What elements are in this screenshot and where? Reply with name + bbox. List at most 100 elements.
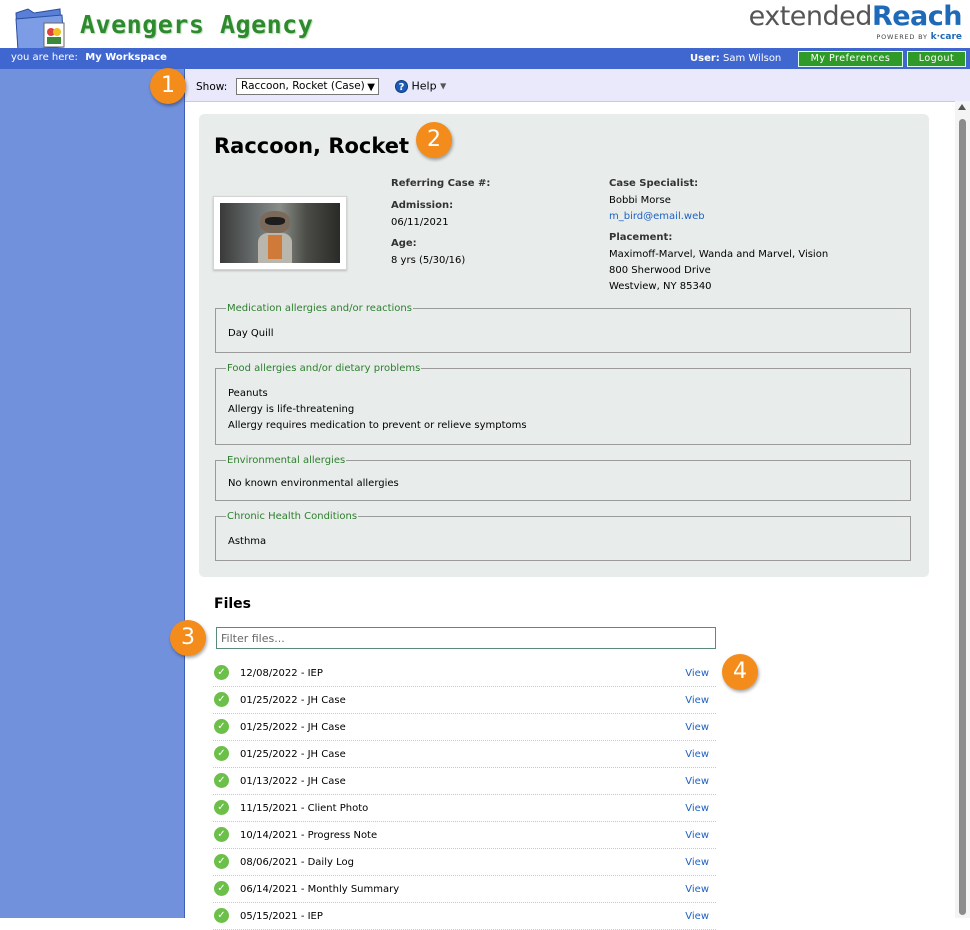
check-circle-icon: ✓ bbox=[214, 692, 229, 707]
placement-line-1: Maximoff-Marvel, Wanda and Marvel, Visio… bbox=[609, 249, 829, 260]
medication-allergies-legend: Medication allergies and/or reactions bbox=[227, 303, 412, 314]
chevron-down-icon: ▼ bbox=[367, 82, 375, 93]
view-file-link[interactable]: View bbox=[685, 857, 709, 868]
file-name: 06/14/2021 - Monthly Summary bbox=[240, 884, 400, 895]
file-name: 12/08/2022 - IEP bbox=[240, 668, 323, 679]
file-row: ✓ 11/15/2021 - Client Photo View bbox=[213, 795, 716, 822]
agency-name: Avengers Agency bbox=[80, 10, 314, 39]
view-file-link[interactable]: View bbox=[685, 911, 709, 922]
logout-button[interactable]: Logout bbox=[907, 51, 966, 67]
breadcrumb: you are here: My Workspace bbox=[11, 52, 167, 63]
show-selected-value: Raccoon, Rocket (Case) bbox=[241, 80, 365, 92]
allergy-line: Allergy is life-threatening bbox=[228, 404, 355, 415]
check-circle-icon: ✓ bbox=[214, 665, 229, 680]
medication-allergies-group: Medication allergies and/or reactions Da… bbox=[215, 303, 911, 353]
user-info: User: Sam Wilson bbox=[690, 53, 781, 64]
age-label: Age: bbox=[391, 238, 417, 249]
extended-reach-logo: extendedReach POWERED BY k·care bbox=[748, 1, 963, 43]
brand-part-extended: extended bbox=[748, 1, 873, 32]
view-file-link[interactable]: View bbox=[685, 668, 709, 679]
check-circle-icon: ✓ bbox=[214, 881, 229, 896]
allergy-line: Peanuts bbox=[228, 388, 268, 399]
case-specialist-name: Bobbi Morse bbox=[609, 195, 671, 206]
food-allergies-group: Food allergies and/or dietary problems P… bbox=[215, 363, 911, 445]
case-specialist-email-link[interactable]: m_bird@email.web bbox=[609, 211, 705, 222]
callout-1: 1 bbox=[150, 68, 186, 104]
file-row: ✓ 08/06/2021 - Daily Log View bbox=[213, 849, 716, 876]
file-name: 11/15/2021 - Client Photo bbox=[240, 803, 369, 814]
check-circle-icon: ✓ bbox=[214, 827, 229, 842]
app-header: Avengers Agency extendedReach POWERED BY… bbox=[0, 0, 970, 51]
view-file-link[interactable]: View bbox=[685, 722, 709, 733]
scroll-thumb[interactable] bbox=[959, 119, 966, 915]
placement-line-2: 800 Sherwood Drive bbox=[609, 265, 711, 276]
client-photo-image bbox=[220, 203, 340, 263]
folder-photo-icon bbox=[15, 8, 65, 51]
toolbar: Show: Raccoon, Rocket (Case) ▼ ? Help ▼ bbox=[185, 69, 970, 102]
admission-value: 06/11/2021 bbox=[391, 217, 449, 228]
breadcrumb-my-workspace[interactable]: My Workspace bbox=[85, 52, 167, 63]
nav-bar: you are here: My Workspace User: Sam Wil… bbox=[0, 48, 970, 69]
check-circle-icon: ✓ bbox=[214, 719, 229, 734]
help-label: Help bbox=[411, 79, 437, 93]
file-row: ✓ 10/14/2021 - Progress Note View bbox=[213, 822, 716, 849]
view-file-link[interactable]: View bbox=[685, 776, 709, 787]
callout-2: 2 bbox=[416, 122, 452, 158]
check-circle-icon: ✓ bbox=[214, 746, 229, 761]
age-value: 8 yrs (5/30/16) bbox=[391, 255, 466, 266]
allergy-line: No known environmental allergies bbox=[228, 478, 399, 489]
environmental-allergies-group: Environmental allergies No known environ… bbox=[215, 455, 911, 501]
view-file-link[interactable]: View bbox=[685, 830, 709, 841]
allergy-line: Day Quill bbox=[228, 328, 274, 339]
case-summary-card: Raccoon, Rocket Referring Case #: Admiss… bbox=[199, 114, 929, 577]
file-row: ✓ 06/14/2021 - Monthly Summary View bbox=[213, 876, 716, 903]
user-name: Sam Wilson bbox=[722, 53, 782, 64]
food-allergies-legend: Food allergies and/or dietary problems bbox=[227, 363, 421, 374]
view-file-link[interactable]: View bbox=[685, 803, 709, 814]
file-name: 01/25/2022 - JH Case bbox=[240, 695, 346, 706]
file-name: 01/13/2022 - JH Case bbox=[240, 776, 346, 787]
admission-label: Admission: bbox=[391, 200, 454, 211]
client-photo[interactable] bbox=[213, 196, 347, 270]
breadcrumb-label: you are here: bbox=[11, 52, 78, 63]
file-name: 01/25/2022 - JH Case bbox=[240, 749, 346, 760]
placement-line-3: Westview, NY 85340 bbox=[609, 281, 712, 292]
file-list: ✓ 12/08/2022 - IEP View ✓ 01/25/2022 - J… bbox=[213, 660, 716, 930]
show-case-select[interactable]: Raccoon, Rocket (Case) ▼ bbox=[236, 78, 379, 95]
vertical-scrollbar[interactable] bbox=[955, 101, 970, 918]
scroll-up-arrow-icon[interactable] bbox=[958, 104, 966, 110]
user-label: User: bbox=[690, 53, 720, 64]
view-file-link[interactable]: View bbox=[685, 695, 709, 706]
file-row: ✓ 05/15/2021 - IEP View bbox=[213, 903, 716, 930]
chronic-conditions-legend: Chronic Health Conditions bbox=[227, 511, 358, 522]
file-name: 08/06/2021 - Daily Log bbox=[240, 857, 354, 868]
my-preferences-button[interactable]: My Preferences bbox=[798, 51, 903, 67]
chronic-conditions-group: Chronic Health Conditions Asthma bbox=[215, 511, 911, 561]
referring-case-label: Referring Case #: bbox=[391, 178, 491, 189]
file-name: 01/25/2022 - JH Case bbox=[240, 722, 346, 733]
callout-3: 3 bbox=[170, 620, 206, 656]
brand-kcare: k·care bbox=[930, 32, 962, 42]
file-row: ✓ 01/13/2022 - JH Case View bbox=[213, 768, 716, 795]
check-circle-icon: ✓ bbox=[214, 854, 229, 869]
help-menu[interactable]: ? Help ▼ bbox=[395, 79, 446, 93]
file-name: 10/14/2021 - Progress Note bbox=[240, 830, 378, 841]
case-specialist-label: Case Specialist: bbox=[609, 178, 699, 189]
file-row: ✓ 12/08/2022 - IEP View bbox=[213, 660, 716, 687]
file-row: ✓ 01/25/2022 - JH Case View bbox=[213, 687, 716, 714]
view-file-link[interactable]: View bbox=[685, 749, 709, 760]
case-name: Raccoon, Rocket bbox=[214, 134, 410, 158]
placement-label: Placement: bbox=[609, 232, 673, 243]
check-circle-icon: ✓ bbox=[214, 773, 229, 788]
filter-files-input[interactable] bbox=[216, 627, 716, 649]
file-row: ✓ 01/25/2022 - JH Case View bbox=[213, 714, 716, 741]
brand-part-reach: Reach bbox=[871, 1, 963, 32]
file-row: ✓ 01/25/2022 - JH Case View bbox=[213, 741, 716, 768]
file-name: 05/15/2021 - IEP bbox=[240, 911, 323, 922]
environmental-allergies-legend: Environmental allergies bbox=[227, 455, 346, 466]
files-heading: Files bbox=[214, 596, 251, 612]
check-circle-icon: ✓ bbox=[214, 908, 229, 923]
sidebar bbox=[0, 69, 185, 918]
show-label: Show: bbox=[196, 81, 228, 93]
view-file-link[interactable]: View bbox=[685, 884, 709, 895]
